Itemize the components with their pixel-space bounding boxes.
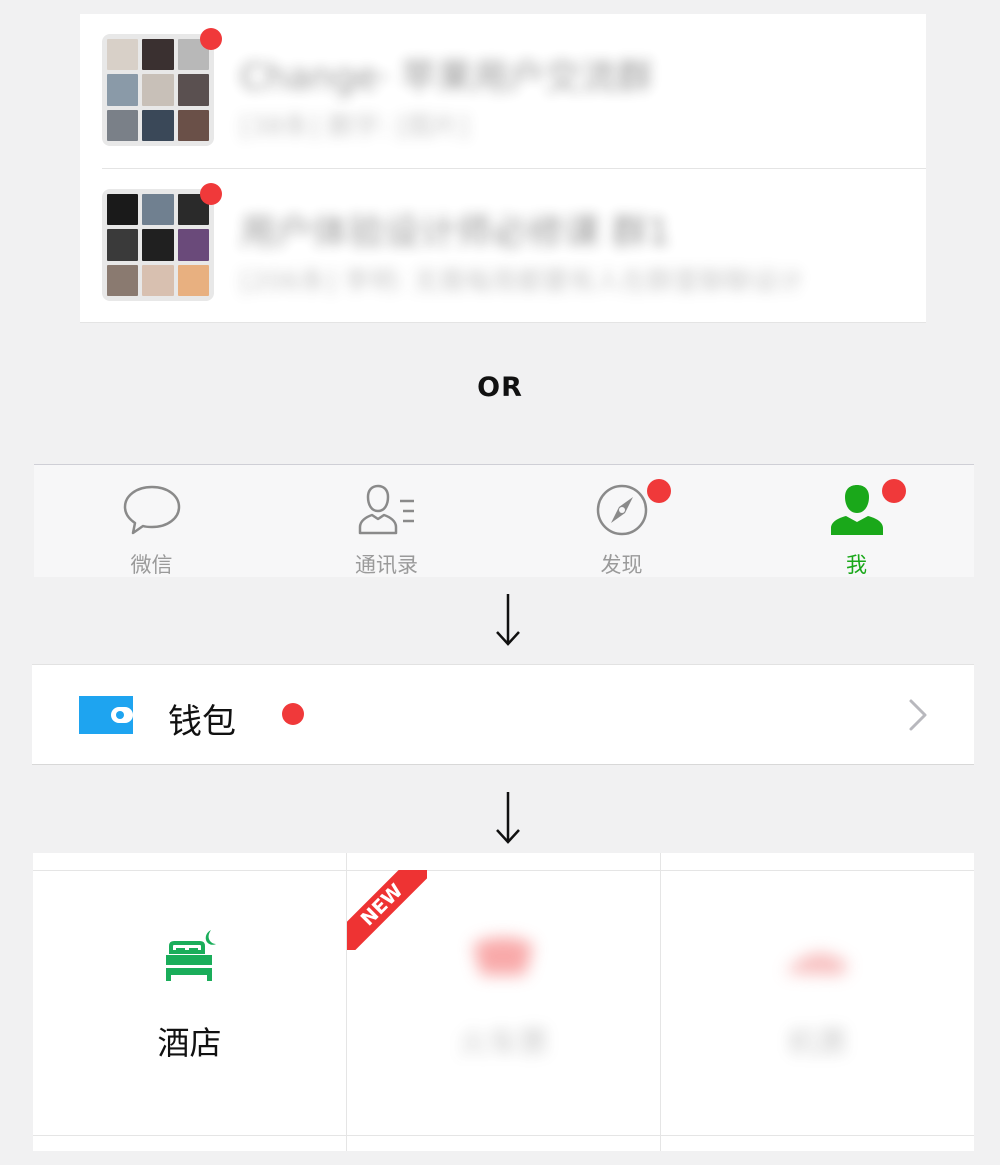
avatar-tile — [142, 194, 174, 226]
me-badge-dot — [882, 479, 906, 503]
tab-discover[interactable]: 发现 — [504, 465, 739, 577]
wallet-badge-dot — [282, 703, 304, 725]
new-badge-text: NEW — [347, 870, 427, 950]
wallet-row[interactable]: 钱包 — [32, 664, 974, 765]
service-plane[interactable]: 机票 — [661, 870, 974, 1135]
service-label: 酒店 — [157, 1024, 222, 1062]
avatar-tile — [142, 39, 174, 71]
service-label: 火车票 — [458, 1026, 549, 1061]
chat-bubble-icon — [123, 485, 181, 535]
train-icon — [473, 937, 533, 975]
services-grid: 酒店 火车票 机票 NEW — [33, 853, 974, 1151]
group-avatar — [102, 34, 214, 146]
or-separator-text: OR — [477, 372, 523, 403]
chat-list-item[interactable]: Change· 苹果用户交流群 [38条] 鹏宇: [图片] — [80, 14, 926, 169]
avatar-tile — [177, 229, 209, 261]
chat-title: 用户体验设计师必修课 群1 — [240, 212, 671, 253]
avatar-tile — [142, 74, 174, 106]
chat-preview: [38条] 鹏宇: [图片] — [240, 112, 469, 142]
chat-preview: [206条] 李明: 无需每周都要有人在群里聊聊设计 — [240, 267, 804, 297]
chat-list-item[interactable]: 用户体验设计师必修课 群1 [206条] 李明: 无需每周都要有人在群里聊聊设计 — [80, 169, 926, 323]
chevron-right-icon — [909, 699, 927, 731]
plane-icon — [785, 953, 849, 975]
wallet-label: 钱包 — [168, 702, 236, 742]
tab-label: 微信 — [130, 553, 173, 577]
grid-line — [33, 1135, 974, 1136]
contacts-icon — [358, 484, 414, 535]
tab-label: 我 — [846, 553, 867, 577]
avatar-tile — [107, 194, 139, 226]
avatar-tile — [142, 229, 174, 261]
group-avatar — [102, 189, 214, 301]
service-label: 机票 — [787, 1026, 848, 1061]
chat-list: Change· 苹果用户交流群 [38条] 鹏宇: [图片] 用户体验设计师必修… — [80, 14, 926, 323]
unread-badge-dot — [200, 28, 222, 50]
service-hotel[interactable]: 酒店 — [33, 870, 346, 1135]
avatar-tile — [107, 39, 139, 71]
tab-contacts[interactable]: 通讯录 — [269, 465, 504, 577]
divider — [80, 322, 926, 323]
tab-label: 发现 — [600, 553, 643, 577]
discover-badge-dot — [647, 479, 671, 503]
hotel-bed-icon — [166, 930, 216, 981]
avatar-tile — [142, 264, 174, 296]
avatar-tile — [107, 264, 139, 296]
avatar-tile — [107, 74, 139, 106]
new-ribbon-badge: NEW — [347, 870, 427, 950]
avatar-tile — [107, 229, 139, 261]
person-icon — [831, 485, 883, 535]
down-arrow-icon — [496, 792, 520, 844]
chat-title: Change· 苹果用户交流群 — [240, 57, 653, 98]
avatar-tile — [107, 109, 139, 141]
tab-chats[interactable]: 微信 — [34, 465, 269, 577]
avatar-tile — [177, 74, 209, 106]
tab-label: 通讯录 — [355, 553, 418, 577]
wallet-icon — [79, 696, 133, 734]
avatar-tile — [177, 109, 209, 141]
tab-bar: 微信 通讯录 发现 我 — [34, 464, 974, 577]
down-arrow-icon — [496, 594, 520, 646]
avatar-tile — [177, 264, 209, 296]
compass-icon — [596, 484, 648, 536]
unread-badge-dot — [200, 183, 222, 205]
tab-me[interactable]: 我 — [739, 465, 974, 577]
avatar-tile — [142, 109, 174, 141]
